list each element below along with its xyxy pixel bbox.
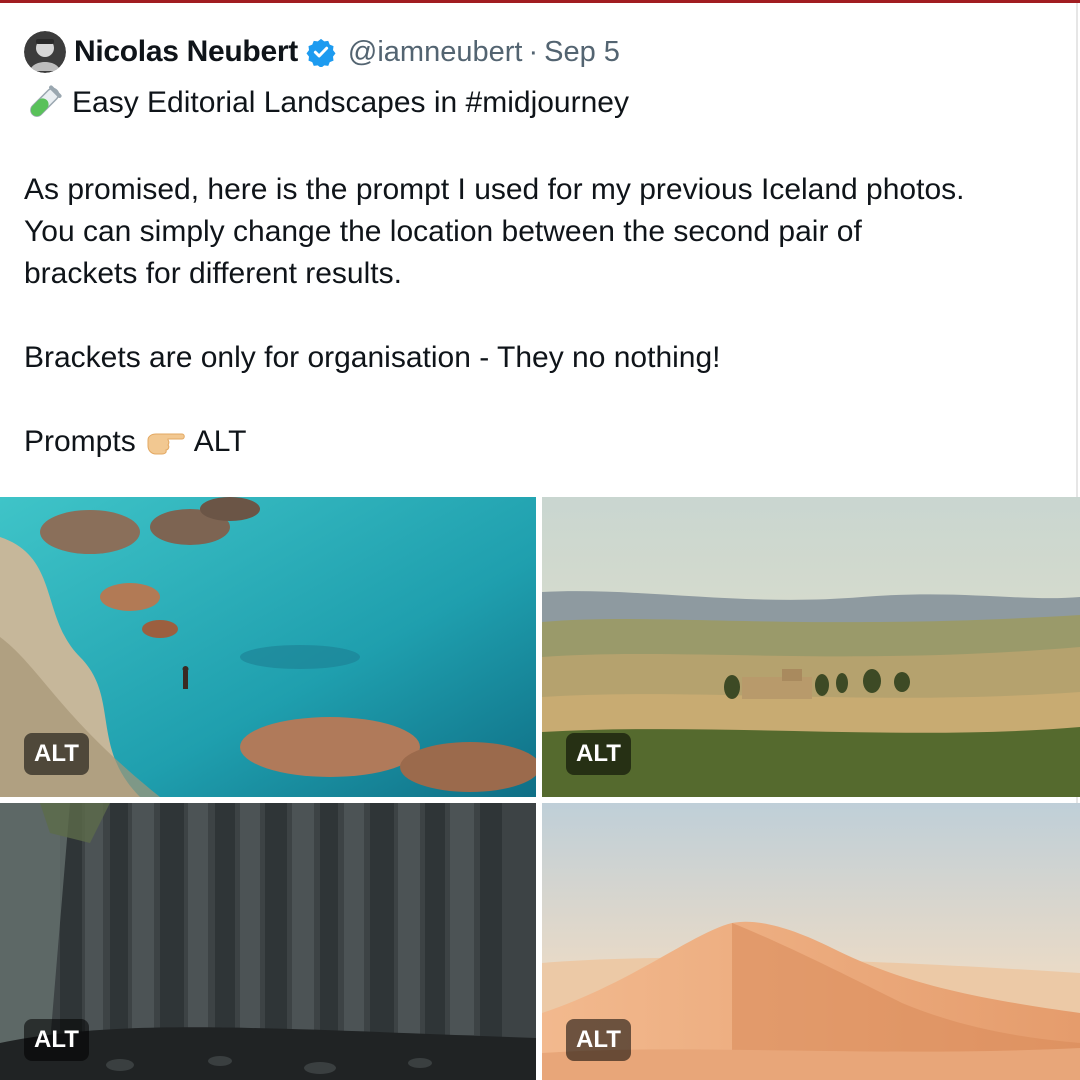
pointing-hand-icon: [147, 433, 185, 455]
tweet-paragraph-1: As promised, here is the prompt I used f…: [24, 173, 965, 290]
tweet-card[interactable]: Nicolas Neubert @iamneubert · Sep 5 Easy…: [0, 3, 1080, 1080]
verified-badge-icon: [306, 38, 336, 67]
tweet-paragraph-2: Brackets are only for organisation - The…: [24, 341, 721, 374]
alt-badge[interactable]: ALT: [566, 733, 631, 775]
tweet-title-text: Easy Editorial Landscapes in #midjourney: [72, 86, 629, 119]
tweet-date[interactable]: Sep 5: [544, 36, 620, 69]
avatar[interactable]: [24, 31, 66, 73]
prompts-label: Prompts: [24, 425, 136, 458]
alt-badge[interactable]: ALT: [566, 1019, 631, 1061]
prompts-line: Prompts ALT: [24, 421, 1064, 463]
author-name[interactable]: Nicolas Neubert: [74, 35, 298, 69]
rolling-hills-villa-image[interactable]: ALT: [542, 497, 1080, 797]
media-grid: ALT ALT ALT ALT: [0, 497, 1080, 1080]
alt-badge[interactable]: ALT: [24, 1019, 89, 1061]
alt-badge[interactable]: ALT: [24, 733, 89, 775]
turquoise-coast-image[interactable]: ALT: [0, 497, 536, 797]
basalt-columns-image[interactable]: ALT: [0, 803, 536, 1080]
author-handle[interactable]: @iamneubert: [348, 36, 523, 69]
desert-dune-image[interactable]: ALT: [542, 803, 1080, 1080]
separator-dot: ·: [528, 35, 539, 68]
tweet-title: Easy Editorial Landscapes in #midjourney: [24, 83, 629, 123]
tweet-body: As promised, here is the prompt I used f…: [24, 169, 1064, 463]
prompts-suffix: ALT: [193, 425, 247, 458]
tweet-header: Nicolas Neubert @iamneubert · Sep 5: [24, 29, 620, 75]
test-tube-icon: [30, 85, 62, 117]
